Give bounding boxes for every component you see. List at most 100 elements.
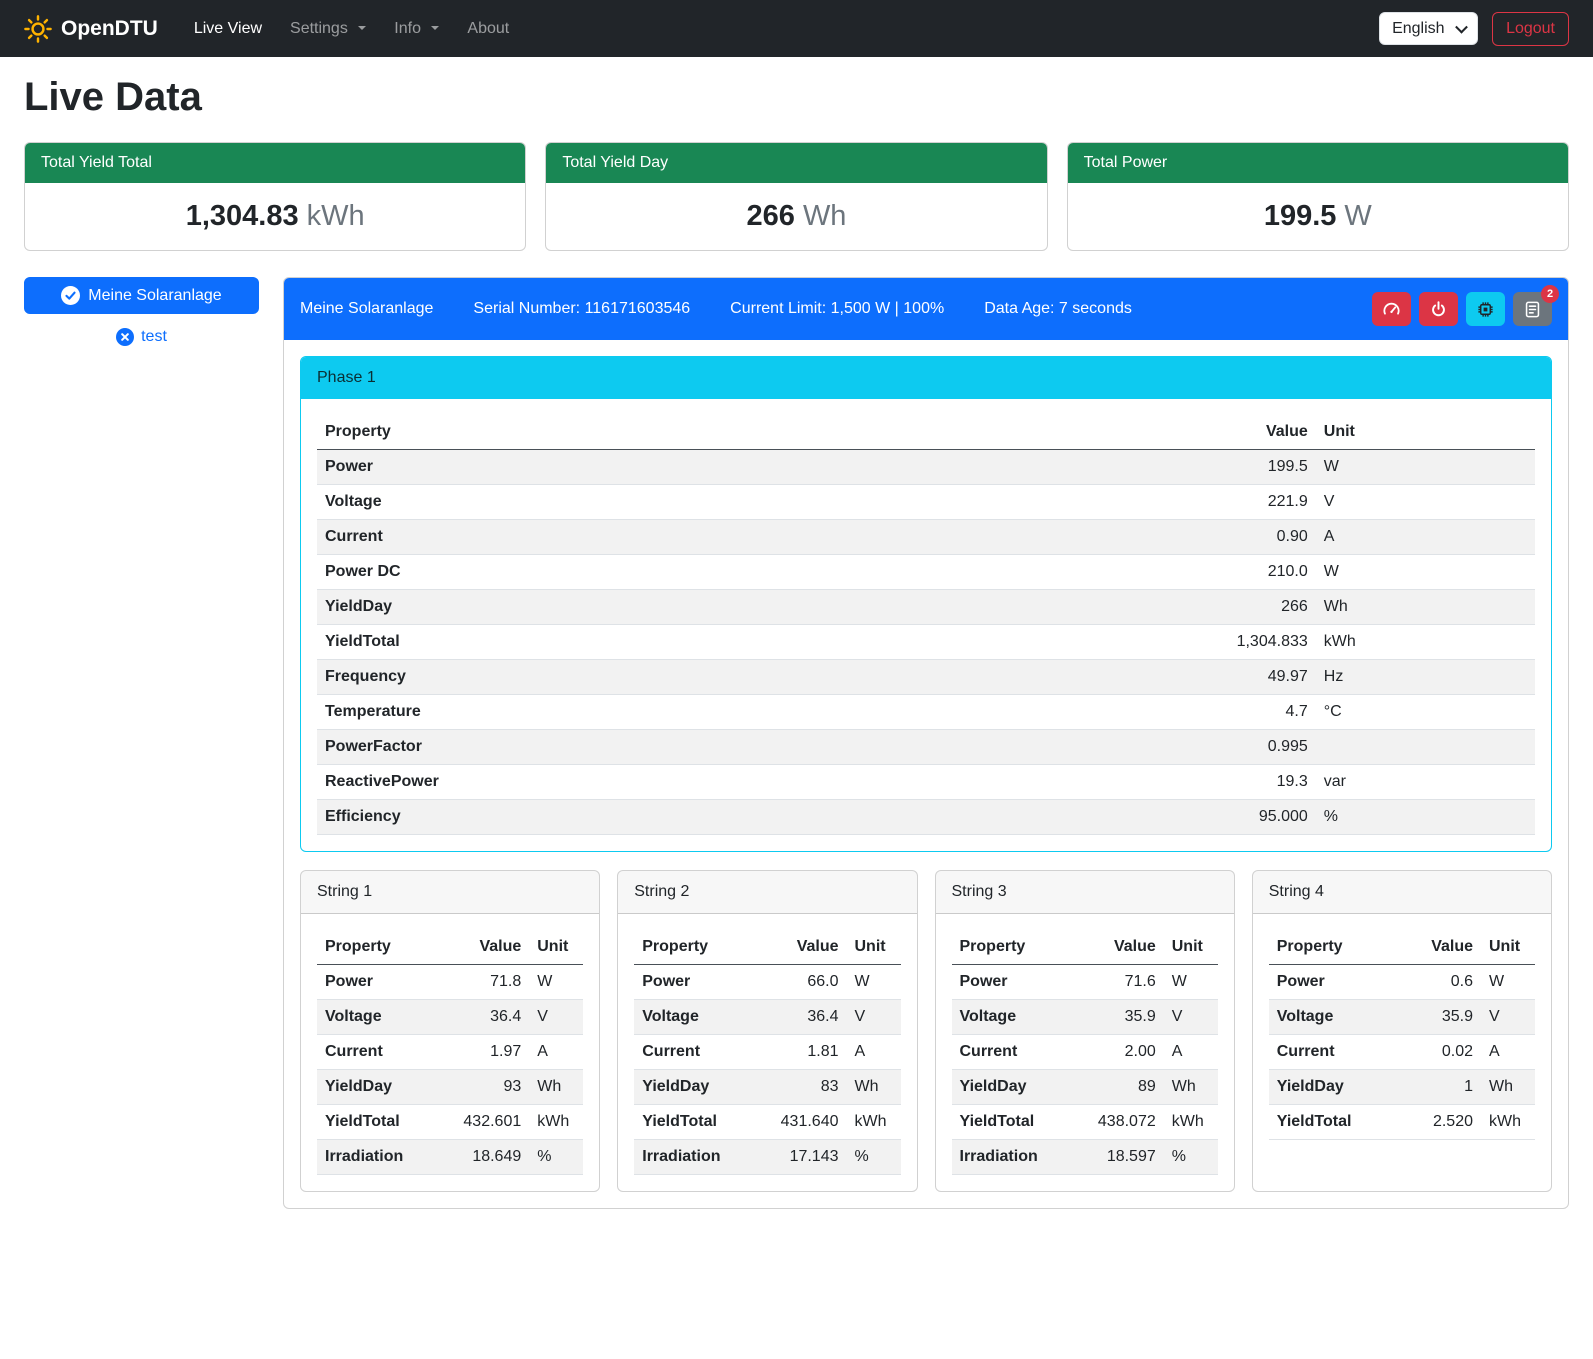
unit-cell: kWh [529,1105,583,1140]
page-title: Live Data [24,75,1569,120]
string-2-table: Property Value Unit Power66.0WVoltage36.… [634,930,900,1175]
value-cell: 1.97 [445,1035,529,1070]
unit-cell: % [847,1140,901,1175]
property-cell: Efficiency [317,800,1072,835]
nav-item-about[interactable]: About [453,12,523,46]
table-row: YieldDay93Wh [317,1070,583,1105]
property-cell: ReactivePower [317,765,1072,800]
unit-cell: V [1316,485,1535,520]
table-row: Irradiation17.143% [634,1140,900,1175]
unit-cell: Wh [1316,590,1535,625]
inverter-panel: Meine Solaranlage Serial Number: 1161716… [283,277,1569,1209]
unit-cell: A [1481,1035,1535,1070]
table-row: Current1.97A [317,1035,583,1070]
logout-button[interactable]: Logout [1492,12,1569,46]
unit-column-header: Unit [1164,930,1218,965]
property-column-header: Property [317,415,1072,450]
unit-cell: A [529,1035,583,1070]
value-cell: 210.0 [1072,555,1316,590]
current-limit: Current Limit: 1,500 W | 100% [730,300,944,318]
value-cell: 36.4 [763,1000,847,1035]
unit-cell: kWh [1164,1105,1218,1140]
value-cell: 4.7 [1072,695,1316,730]
table-row: YieldDay266Wh [317,590,1535,625]
value-column-header: Value [1080,930,1164,965]
brand-link[interactable]: OpenDTU [24,15,158,43]
value-cell: 0.995 [1072,730,1316,765]
value-cell: 266 [1072,590,1316,625]
property-cell: Current [317,1035,445,1070]
property-column-header: Property [952,930,1080,965]
property-cell: Voltage [317,485,1072,520]
value-cell: 93 [445,1070,529,1105]
unit-cell: °C [1316,695,1535,730]
value-cell: 0.6 [1397,965,1481,1000]
unit-cell: kWh [1481,1105,1535,1140]
serial-number: Serial Number: 116171603546 [473,300,690,318]
value-cell: 95.000 [1072,800,1316,835]
table-row: Power66.0W [634,965,900,1000]
table-header-row: Property Value Unit [317,930,583,965]
unit-cell: kWh [847,1105,901,1140]
value-cell: 19.3 [1072,765,1316,800]
power-icon [1429,300,1448,319]
string-title: String 4 [1253,871,1551,914]
table-row: Current2.00A [952,1035,1218,1070]
unit-cell [1316,730,1535,765]
summary-cards-row: Total Yield Total 1,304.83kWh Total Yiel… [24,142,1569,251]
unit-cell: % [529,1140,583,1175]
property-cell: Power DC [317,555,1072,590]
card-value: 1,304.83 [186,200,299,232]
inverter-select-meine-solaranlage[interactable]: Meine Solaranlage [24,277,259,314]
table-header-row: Property Value Unit [952,930,1218,965]
property-cell: YieldTotal [952,1105,1080,1140]
table-row: YieldTotal432.601kWh [317,1105,583,1140]
language-select[interactable]: English [1379,12,1478,45]
value-cell: 36.4 [445,1000,529,1035]
table-row: Voltage36.4V [634,1000,900,1035]
table-row: YieldDay89Wh [952,1070,1218,1105]
value-cell: 49.97 [1072,660,1316,695]
table-row: Current0.90A [317,520,1535,555]
card-value: 266 [747,200,795,232]
inverter-panel-header: Meine Solaranlage Serial Number: 1161716… [284,278,1568,340]
property-cell: YieldTotal [1269,1105,1397,1140]
nav-item-info[interactable]: Info [380,12,453,46]
nav-item-info-label: Info [394,20,421,37]
unit-cell: Wh [1164,1070,1218,1105]
unit-cell: W [847,965,901,1000]
event-log-button[interactable]: 2 [1513,292,1552,326]
property-cell: Voltage [634,1000,762,1035]
value-cell: 438.072 [1080,1105,1164,1140]
unit-cell: A [1164,1035,1218,1070]
power-button[interactable] [1419,292,1458,326]
inverter-label: Meine Solaranlage [88,287,221,305]
journal-icon [1523,300,1542,319]
unit-cell: W [1316,555,1535,590]
device-info-button[interactable] [1466,292,1505,326]
table-header-row: Property Value Unit [317,415,1535,450]
unit-cell: V [847,1000,901,1035]
limit-settings-button[interactable] [1372,292,1411,326]
table-row: Efficiency95.000% [317,800,1535,835]
value-cell: 1,304.833 [1072,625,1316,660]
property-cell: Current [317,520,1072,555]
unit-cell: V [1164,1000,1218,1035]
cpu-icon [1476,300,1495,319]
table-row: YieldDay1Wh [1269,1070,1535,1105]
value-cell: 1.81 [763,1035,847,1070]
unit-cell: A [847,1035,901,1070]
property-cell: Power [317,965,445,1000]
nav-item-live-view[interactable]: Live View [180,12,276,46]
inverter-select-test[interactable]: test [24,328,259,346]
table-row: Irradiation18.649% [317,1140,583,1175]
table-row: Voltage36.4V [317,1000,583,1035]
inverter-sidebar: Meine Solaranlage test [24,277,259,346]
unit-cell: W [529,965,583,1000]
value-cell: 35.9 [1397,1000,1481,1035]
table-row: Voltage221.9V [317,485,1535,520]
string-title: String 3 [936,871,1234,914]
property-cell: Voltage [317,1000,445,1035]
page-content: Live Data Total Yield Total 1,304.83kWh … [0,75,1593,1249]
nav-item-settings[interactable]: Settings [276,12,380,46]
